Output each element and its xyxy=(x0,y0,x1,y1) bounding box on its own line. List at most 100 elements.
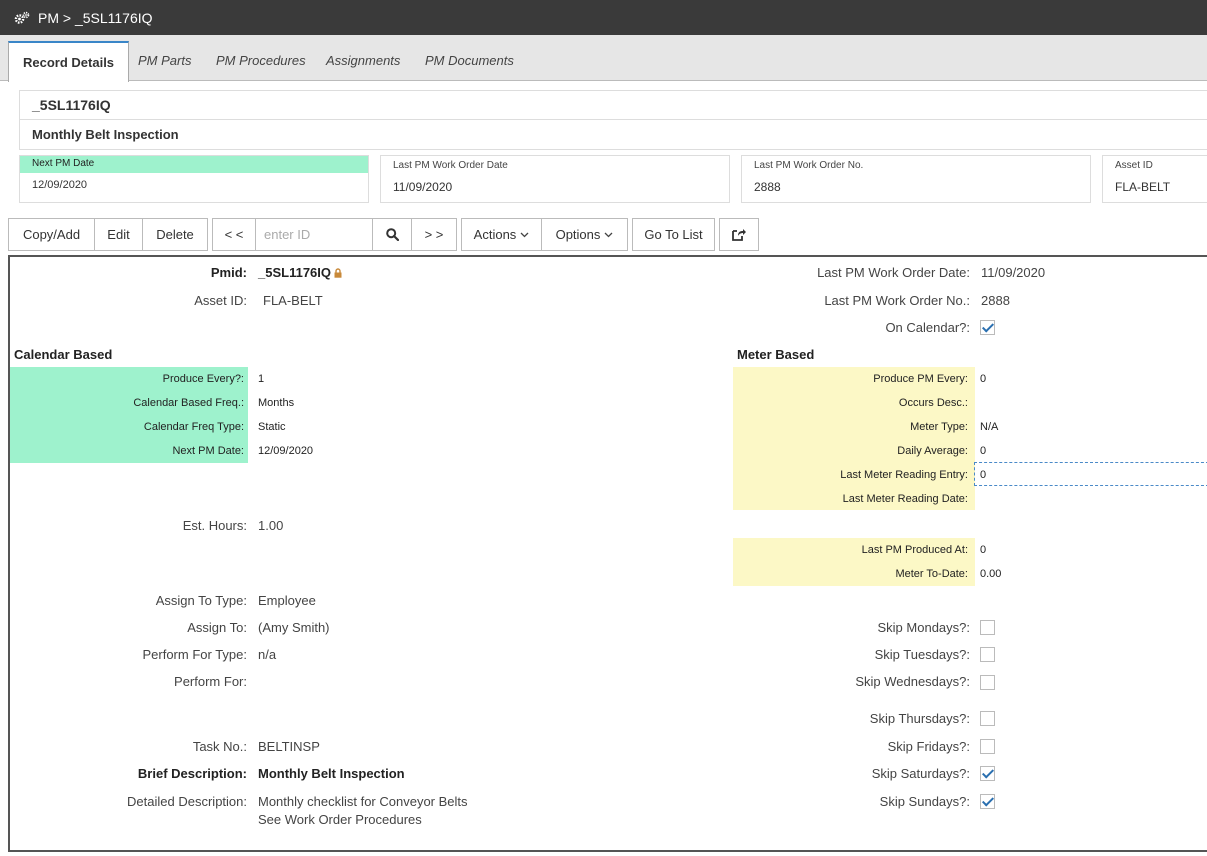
last-meter-entry-label: Last Meter Reading Entry: xyxy=(840,469,968,481)
record-id-search xyxy=(255,218,373,251)
next-pm-date-box: Next PM Date 12/09/2020 xyxy=(19,155,369,203)
on-calendar-checkbox[interactable] xyxy=(980,320,995,335)
skip-sundays-label: Skip Sundays?: xyxy=(879,794,970,809)
assign-to-value: (Amy Smith) xyxy=(258,620,330,635)
meter-based-heading: Meter Based xyxy=(737,347,815,362)
last-wo-no-detail-label: Last PM Work Order No.: xyxy=(824,293,970,308)
meter-to-date-value: 0.00 xyxy=(980,568,1002,580)
actions-dropdown[interactable]: Actions xyxy=(461,218,542,251)
last-wo-no-label: Last PM Work Order No. xyxy=(754,160,864,171)
asset-id-detail-label: Asset ID: xyxy=(194,293,247,308)
calendar-freq-label: Calendar Based Freq.: xyxy=(133,397,244,409)
perform-for-label: Perform For: xyxy=(174,674,247,689)
last-wo-no-detail-value: 2888 xyxy=(981,293,1010,308)
page-title: PM > _5SL1176IQ xyxy=(38,9,153,26)
skip-fridays-checkbox[interactable] xyxy=(980,739,995,754)
skip-sundays-checkbox[interactable] xyxy=(980,794,995,809)
asset-id-link[interactable]: FLA-BELT xyxy=(1103,171,1207,194)
asset-id-box: Asset ID FLA-BELT xyxy=(1102,155,1207,203)
skip-thursdays-label: Skip Thursdays?: xyxy=(869,711,970,726)
tab-pm-documents[interactable]: PM Documents xyxy=(411,41,528,81)
gears-icon xyxy=(14,11,30,24)
next-pm-date-value: 12/09/2020 xyxy=(32,179,88,191)
last-meter-entry-value: 0 xyxy=(980,469,987,481)
skip-saturdays-label: Skip Saturdays?: xyxy=(871,766,970,781)
record-id: _5SL1176IQ xyxy=(20,91,1207,120)
perform-for-type-label: Perform For Type: xyxy=(142,647,247,662)
record-description: Monthly Belt Inspection xyxy=(32,127,179,142)
est-hours-label: Est. Hours: xyxy=(182,518,247,533)
tab-pm-procedures[interactable]: PM Procedures xyxy=(202,41,320,81)
calendar-freq-value: Months xyxy=(258,397,295,409)
calendar-freq-type-label: Calendar Freq Type: xyxy=(143,421,244,433)
asset-id-detail-link[interactable]: FLA-BELT xyxy=(263,293,323,308)
last-wo-date-detail-label: Last PM Work Order Date: xyxy=(817,265,970,280)
detailed-description-label: Detailed Description: xyxy=(127,794,247,809)
next-record-button[interactable]: > > xyxy=(411,218,457,251)
last-meter-entry-field[interactable] xyxy=(974,462,1207,486)
skip-wednesdays-checkbox[interactable] xyxy=(980,675,995,690)
task-no-value: BELTINSP xyxy=(258,739,320,754)
produce-every-label: Produce Every?: xyxy=(162,373,244,385)
pmid-label: Pmid: xyxy=(210,265,247,280)
detailed-description-line1: Monthly checklist for Conveyor Belts xyxy=(258,794,468,809)
chevron-down-icon xyxy=(520,232,529,237)
occurs-desc-label: Occurs Desc.: xyxy=(898,397,968,409)
detail-panel: Pmid: _5SL1176IQ Asset ID: FLA-BELT Last… xyxy=(8,255,1207,852)
skip-mondays-checkbox[interactable] xyxy=(980,620,995,635)
meter-type-value: N/A xyxy=(980,421,999,433)
assign-to-label: Assign To: xyxy=(187,620,247,635)
last-wo-date-value: 11/09/2020 xyxy=(393,180,453,194)
skip-saturdays-checkbox[interactable] xyxy=(980,766,995,781)
pmid-value: _5SL1176IQ xyxy=(258,265,342,280)
pmid-text: _5SL1176IQ xyxy=(258,265,331,280)
detailed-description-line2: See Work Order Procedures xyxy=(258,812,422,827)
record-id-input[interactable] xyxy=(256,219,372,250)
skip-tuesdays-label: Skip Tuesdays?: xyxy=(874,647,970,662)
task-no-label: Task No.: xyxy=(192,739,247,754)
tab-record-details[interactable]: Record Details xyxy=(8,41,130,82)
meter-to-date-label: Meter To-Date: xyxy=(895,568,968,580)
last-meter-date-label: Last Meter Reading Date: xyxy=(842,493,968,505)
daily-average-label: Daily Average: xyxy=(897,445,968,457)
brief-description-value: Monthly Belt Inspection xyxy=(258,766,405,781)
last-wo-no-value: 2888 xyxy=(754,180,781,194)
produce-pm-every-label: Produce PM Every: xyxy=(873,373,968,385)
delete-button[interactable]: Delete xyxy=(142,218,208,251)
perform-for-type-value: n/a xyxy=(258,647,277,662)
copy-add-button[interactable]: Copy/Add xyxy=(8,218,95,251)
share-button[interactable] xyxy=(719,218,759,251)
last-wo-date-box: Last PM Work Order Date 11/09/2020 xyxy=(380,155,730,203)
last-pm-produced-value: 0 xyxy=(980,544,987,556)
record-header: _5SL1176IQ Monthly Belt Inspection xyxy=(19,90,1207,150)
tab-pm-parts[interactable]: PM Parts xyxy=(124,41,205,81)
go-to-list-button[interactable]: Go To List xyxy=(632,218,715,251)
next-pm-date-detail-label: Next PM Date: xyxy=(172,445,244,457)
lock-icon xyxy=(334,268,342,278)
search-button[interactable] xyxy=(372,218,412,251)
options-dropdown[interactable]: Options xyxy=(541,218,628,251)
search-icon xyxy=(385,228,399,241)
last-wo-date-detail-value: 11/09/2020 xyxy=(981,265,1046,280)
actions-label: Actions xyxy=(473,227,517,242)
meter-type-label: Meter Type: xyxy=(910,421,968,433)
skip-wednesdays-label: Skip Wednesdays?: xyxy=(855,674,970,689)
assign-to-type-value: Employee xyxy=(258,593,316,608)
asset-id-label: Asset ID xyxy=(1115,160,1153,171)
est-hours-value: 1.00 xyxy=(258,518,284,533)
skip-thursdays-checkbox[interactable] xyxy=(980,711,995,726)
daily-average-value: 0 xyxy=(980,445,987,457)
on-calendar-label: On Calendar?: xyxy=(885,320,970,335)
previous-record-button[interactable]: < < xyxy=(212,218,256,251)
last-pm-produced-label: Last PM Produced At: xyxy=(861,544,968,556)
last-wo-no-box: Last PM Work Order No. 2888 xyxy=(741,155,1091,203)
meter-fields-highlight xyxy=(733,367,975,510)
chevron-down-icon xyxy=(604,232,613,237)
next-pm-date-detail-value: 12/09/2020 xyxy=(258,445,314,457)
tab-assignments[interactable]: Assignments xyxy=(312,41,414,81)
skip-tuesdays-checkbox[interactable] xyxy=(980,647,995,662)
brief-description-label: Brief Description: xyxy=(137,766,247,781)
options-label: Options xyxy=(555,227,601,242)
skip-mondays-label: Skip Mondays?: xyxy=(877,620,971,635)
edit-button[interactable]: Edit xyxy=(94,218,143,251)
